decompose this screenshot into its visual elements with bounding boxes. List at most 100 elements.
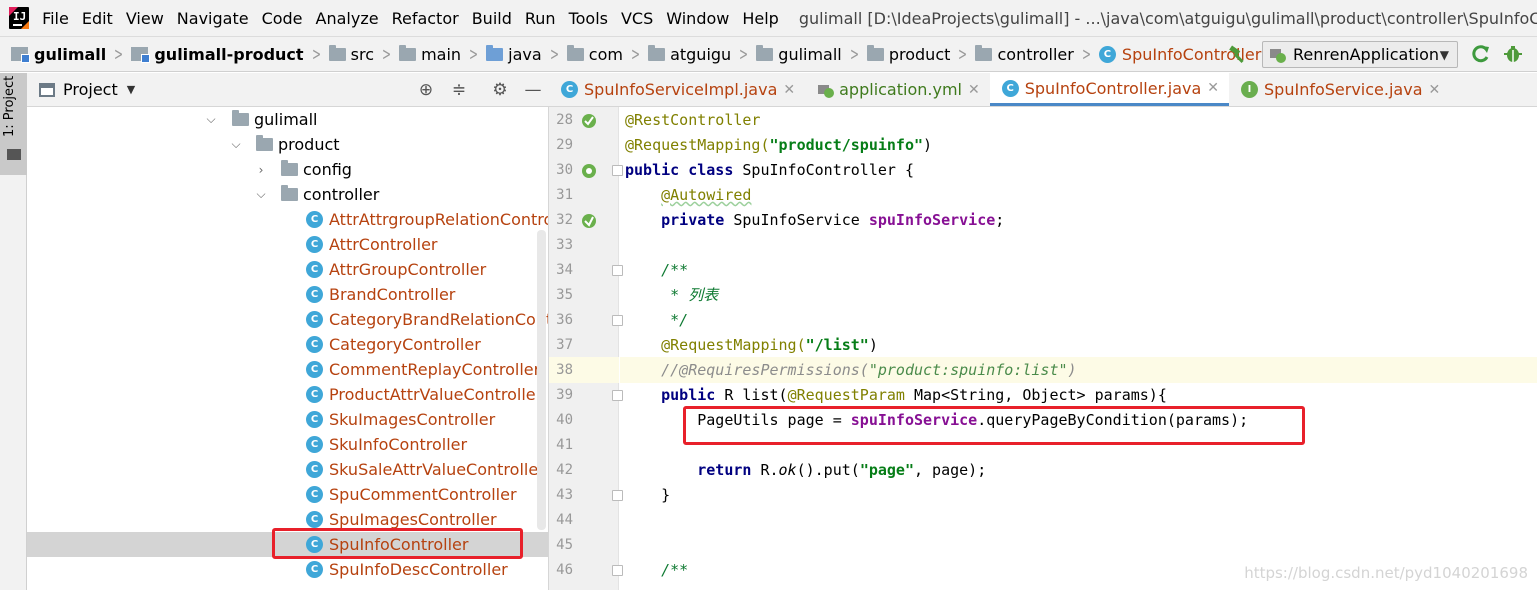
code-line-35: * 列表 bbox=[661, 286, 719, 304]
breadcrumb-com[interactable]: com > bbox=[566, 44, 648, 65]
menu-build[interactable]: Build bbox=[472, 9, 512, 28]
close-icon[interactable]: ✕ bbox=[968, 82, 980, 98]
line-number: 37 bbox=[556, 337, 573, 353]
breadcrumb-main[interactable]: main > bbox=[399, 44, 486, 65]
class-icon: C bbox=[306, 536, 323, 553]
line-number: 34 bbox=[556, 262, 573, 278]
tree-node-class[interactable]: C SkuImagesController bbox=[27, 407, 548, 432]
tab-application-yml[interactable]: application.yml ✕ bbox=[805, 73, 990, 106]
tree-node-class[interactable]: C SpuImagesController bbox=[27, 507, 548, 532]
tree-node-class[interactable]: C AttrGroupController bbox=[27, 257, 548, 282]
tree-node-class[interactable]: C CategoryController bbox=[27, 332, 548, 357]
tab-spuinfoservice[interactable]: I SpuInfoService.java ✕ bbox=[1229, 73, 1450, 106]
menu-view[interactable]: View bbox=[126, 9, 164, 28]
menu-file[interactable]: File bbox=[42, 9, 69, 28]
breadcrumb-atguigu[interactable]: atguigu > bbox=[648, 44, 756, 65]
fold-marker-icon[interactable] bbox=[612, 165, 623, 176]
menu-help[interactable]: Help bbox=[742, 9, 778, 28]
fold-marker-icon[interactable] bbox=[612, 265, 623, 276]
project-panel-title[interactable]: Project bbox=[63, 80, 118, 99]
tree-node-class[interactable]: C SpuCommentController bbox=[27, 482, 548, 507]
class-icon: C bbox=[306, 386, 323, 403]
minimize-icon[interactable]: — bbox=[523, 80, 543, 100]
window-title: gulimall [D:\IdeaProjects\gulimall] - ..… bbox=[798, 8, 1537, 28]
tree-node-class[interactable]: C SkuSaleAttrValueController bbox=[27, 457, 548, 482]
package-icon bbox=[566, 44, 584, 61]
project-tree: ⌵ gulimall ⌵ product › config ⌵ controll… bbox=[27, 107, 549, 590]
menu-vcs[interactable]: VCS bbox=[621, 9, 653, 28]
tree-node-product[interactable]: ⌵ product bbox=[27, 132, 548, 157]
tree-node-class[interactable]: C BrandController bbox=[27, 282, 548, 307]
class-icon: C bbox=[306, 261, 323, 278]
tree-node-config[interactable]: › config bbox=[27, 157, 548, 182]
class-icon: C bbox=[306, 336, 323, 353]
fold-marker-icon[interactable] bbox=[612, 565, 623, 576]
line-number: 29 bbox=[556, 137, 573, 153]
debug-bug-icon[interactable] bbox=[1503, 44, 1523, 64]
breadcrumb-gulimall[interactable]: gulimall > bbox=[11, 44, 131, 65]
menu-analyze[interactable]: Analyze bbox=[316, 9, 379, 28]
spring-autowire-icon[interactable] bbox=[581, 213, 597, 229]
tab-spuinfoserviceimpl[interactable]: C SpuInfoServiceImpl.java ✕ bbox=[549, 73, 805, 106]
class-icon: C bbox=[1001, 79, 1019, 97]
gear-icon[interactable]: ⚙ bbox=[490, 80, 510, 100]
breadcrumb-controller[interactable]: controller > bbox=[975, 44, 1098, 65]
tree-node-partial[interactable]: › bbox=[27, 582, 548, 590]
yml-icon bbox=[818, 84, 835, 98]
tab-spuinfocontroller[interactable]: C SpuInfoController.java ✕ bbox=[989, 73, 1230, 106]
menu-refactor[interactable]: Refactor bbox=[392, 9, 459, 28]
class-icon: C bbox=[306, 486, 323, 503]
menu-window[interactable]: Window bbox=[666, 9, 729, 28]
tree-node-gulimall[interactable]: ⌵ gulimall bbox=[27, 107, 548, 132]
spring-bean-icon[interactable] bbox=[581, 163, 597, 179]
code-editor[interactable]: 28 29 30 31 32 33 34 35 36 37 38 39 40 4… bbox=[549, 107, 1537, 590]
class-icon: C bbox=[561, 81, 578, 98]
line-number: 28 bbox=[556, 112, 573, 128]
fold-marker-icon[interactable] bbox=[612, 315, 623, 326]
tree-node-controller[interactable]: ⌵ controller bbox=[27, 182, 548, 207]
breadcrumb-java[interactable]: java > bbox=[486, 44, 567, 65]
tree-node-class[interactable]: C CommentReplayController bbox=[27, 357, 548, 382]
chevron-down-icon[interactable]: ⌵ bbox=[255, 187, 267, 202]
breadcrumb-src[interactable]: src > bbox=[328, 44, 399, 65]
chevron-down-icon[interactable]: ⌵ bbox=[230, 137, 242, 152]
line-number: 38 bbox=[556, 362, 573, 378]
chevron-right-icon[interactable]: › bbox=[255, 163, 267, 177]
menu-navigate[interactable]: Navigate bbox=[177, 9, 249, 28]
tree-node-class[interactable]: C SpuInfoDescController bbox=[27, 557, 548, 582]
close-icon[interactable]: ✕ bbox=[1429, 82, 1441, 98]
locate-target-icon[interactable]: ⊕ bbox=[416, 80, 436, 100]
menu-tools[interactable]: Tools bbox=[569, 9, 608, 28]
rerun-icon[interactable] bbox=[1471, 44, 1491, 64]
breadcrumb-product[interactable]: product > bbox=[866, 44, 976, 65]
build-hammer-icon[interactable] bbox=[1228, 45, 1248, 65]
spring-boot-icon bbox=[1270, 48, 1286, 63]
line-number: 39 bbox=[556, 387, 573, 403]
fold-marker-icon[interactable] bbox=[612, 390, 623, 401]
project-tool-window-tab[interactable]: 1: Project bbox=[0, 73, 27, 175]
code-line-31: @Autowired bbox=[661, 186, 752, 204]
breadcrumb-gulimall-package[interactable]: gulimall > bbox=[756, 44, 867, 65]
tree-node-class-selected[interactable]: C SpuInfoController bbox=[27, 532, 548, 557]
spring-bean-icon[interactable] bbox=[581, 113, 597, 129]
menu-edit[interactable]: Edit bbox=[82, 9, 113, 28]
scrollbar[interactable] bbox=[537, 230, 546, 530]
run-configuration-selector[interactable]: RenrenApplication ▼ bbox=[1262, 41, 1458, 68]
tree-node-class[interactable]: C SkuInfoController bbox=[27, 432, 548, 457]
class-icon: C bbox=[1098, 45, 1116, 63]
menu-run[interactable]: Run bbox=[525, 9, 556, 28]
chevron-down-icon[interactable]: ⌵ bbox=[205, 112, 217, 127]
menu-code[interactable]: Code bbox=[262, 9, 303, 28]
tree-node-class[interactable]: C CategoryBrandRelationContro bbox=[27, 307, 548, 332]
close-icon[interactable]: ✕ bbox=[1207, 80, 1219, 96]
tree-node-class[interactable]: C AttrController bbox=[27, 232, 548, 257]
class-icon: C bbox=[306, 236, 323, 253]
collapse-all-icon[interactable]: ≑ bbox=[449, 80, 469, 100]
fold-marker-icon[interactable] bbox=[612, 490, 623, 501]
tree-node-class[interactable]: C AttrAttrgroupRelationControll bbox=[27, 207, 548, 232]
tree-node-class[interactable]: C ProductAttrValueController bbox=[27, 382, 548, 407]
package-icon bbox=[232, 110, 249, 126]
breadcrumb-gulimall-product[interactable]: gulimall-product > bbox=[131, 44, 328, 65]
close-icon[interactable]: ✕ bbox=[783, 82, 795, 98]
chevron-down-icon[interactable]: ▼ bbox=[127, 83, 135, 96]
